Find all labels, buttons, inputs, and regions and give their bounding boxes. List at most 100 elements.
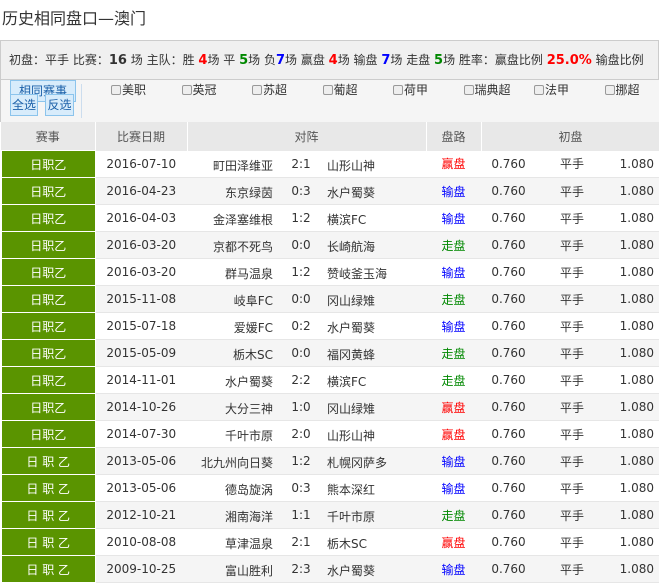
- match-cell: 湘南海洋 1:1 千叶市原: [187, 501, 426, 529]
- away-odds: 1.080: [608, 150, 659, 178]
- result-cell: 走盘: [426, 285, 481, 313]
- checkbox-icon[interactable]: [111, 85, 121, 95]
- home-odds: 0.760: [481, 258, 536, 286]
- checkbox-icon[interactable]: [534, 85, 544, 95]
- away-team[interactable]: 水户蜀葵: [327, 562, 375, 579]
- checkbox-icon[interactable]: [252, 85, 262, 95]
- home-odds: 0.760: [481, 528, 536, 556]
- away-team[interactable]: 横滨FC: [327, 211, 366, 228]
- home-team[interactable]: 岐阜FC: [234, 292, 273, 309]
- home-team[interactable]: 水户蜀葵: [225, 373, 273, 390]
- checkbox-icon[interactable]: [393, 85, 403, 95]
- score: 1:0: [291, 400, 311, 414]
- away-odds: 1.080: [608, 366, 659, 394]
- result-cell: 输盘: [426, 312, 481, 340]
- match-cell: 栃木SC 0:0 福冈黄蜂: [187, 339, 426, 367]
- table-row: 日 职 乙 2013-05-06 北九州向日葵 1:2 札幌冈萨多 输盘 0.760…: [0, 447, 659, 475]
- home-team[interactable]: 栃木SC: [233, 346, 273, 363]
- result-cell: 输盘: [426, 555, 481, 583]
- result-cell: 输盘: [426, 474, 481, 502]
- league-cell[interactable]: 日 职 乙: [0, 528, 96, 556]
- home-team[interactable]: 爱媛FC: [234, 319, 273, 336]
- league-checkbox[interactable]: 挪超: [604, 80, 640, 100]
- league-cell[interactable]: 日职乙: [0, 150, 96, 178]
- home-team[interactable]: 湘南海洋: [225, 508, 273, 525]
- checkbox-label: 瑞典超: [474, 83, 511, 97]
- invert-selection-button[interactable]: 反选: [45, 94, 74, 116]
- league-cell[interactable]: 日 职 乙: [0, 555, 96, 583]
- table-row: 日 职 乙 2010-08-08 草津温泉 2:1 栃木SC 赢盘 0.760 平手…: [0, 528, 659, 556]
- league-cell[interactable]: 日职乙: [0, 177, 96, 205]
- league-cell[interactable]: 日职乙: [0, 204, 96, 232]
- home-team[interactable]: 草津温泉: [225, 535, 273, 552]
- home-team[interactable]: 金泽塞维根: [213, 211, 273, 228]
- date-cell: 2013-05-06: [95, 474, 187, 502]
- away-team[interactable]: 赞岐釜玉海: [327, 265, 387, 282]
- table-row: 日职乙 2014-11-01 水户蜀葵 2:2 横滨FC 走盘 0.760 平手 1…: [0, 366, 659, 394]
- checkbox-label: 挪超: [615, 83, 640, 97]
- date-cell: 2016-03-20: [95, 231, 187, 259]
- league-cell[interactable]: 日职乙: [0, 420, 96, 448]
- away-team[interactable]: 福冈黄蜂: [327, 346, 375, 363]
- handicap: 平手: [536, 204, 608, 232]
- league-cell[interactable]: 日职乙: [0, 339, 96, 367]
- league-checkbox[interactable]: 美职: [111, 80, 146, 100]
- league-cell[interactable]: 日 职 乙: [0, 501, 96, 529]
- league-cell[interactable]: 日职乙: [0, 231, 96, 259]
- away-team[interactable]: 冈山绿雉: [327, 292, 375, 309]
- result-cell: 输盘: [426, 177, 481, 205]
- page-title: 历史相同盘口—澳门: [2, 9, 147, 28]
- table-row: 日 职 乙 2013-05-06 德岛旋涡 0:3 熊本深红 输盘 0.760 平手…: [0, 474, 659, 502]
- league-cell[interactable]: 日 职 乙: [0, 474, 96, 502]
- checkbox-icon[interactable]: [181, 85, 192, 95]
- home-team[interactable]: 京都不死鸟: [213, 238, 273, 255]
- home-odds: 0.760: [481, 420, 536, 448]
- away-team[interactable]: 栃木SC: [327, 535, 367, 552]
- away-team[interactable]: 横滨FC: [327, 373, 366, 390]
- away-team[interactable]: 札幌冈萨多: [327, 454, 387, 471]
- checkbox-icon[interactable]: [322, 85, 333, 95]
- league-cell[interactable]: 日职乙: [0, 393, 96, 421]
- away-team[interactable]: 水户蜀葵: [327, 184, 375, 201]
- home-team[interactable]: 千叶市原: [225, 427, 273, 444]
- away-odds: 1.080: [608, 312, 659, 340]
- header-date: 比赛日期: [95, 122, 188, 151]
- away-team[interactable]: 山形山神: [327, 157, 375, 174]
- away-team[interactable]: 冈山绿雉: [327, 400, 375, 417]
- date-cell: 2015-05-09: [95, 339, 187, 367]
- league-cell[interactable]: 日职乙: [0, 258, 96, 286]
- match-cell: 岐阜FC 0:0 冈山绿雉: [187, 285, 426, 313]
- handicap: 平手: [536, 366, 608, 394]
- home-team[interactable]: 富山胜利: [225, 562, 273, 579]
- select-all-button[interactable]: 全选: [10, 94, 38, 116]
- date-cell: 2010-08-08: [95, 528, 187, 556]
- checkbox-icon[interactable]: [463, 85, 474, 95]
- away-team[interactable]: 千叶市原: [327, 508, 375, 525]
- league-checkbox[interactable]: 法甲: [534, 80, 569, 100]
- score: 2:1: [291, 535, 311, 549]
- league-checkbox[interactable]: 苏超: [252, 80, 287, 100]
- checkbox-label: 英冠: [192, 83, 217, 97]
- home-team[interactable]: 群马温泉: [225, 265, 273, 282]
- checkbox-icon[interactable]: [604, 85, 615, 95]
- away-team[interactable]: 水户蜀葵: [327, 319, 375, 336]
- league-checkbox[interactable]: 瑞典超: [463, 80, 511, 100]
- league-cell[interactable]: 日职乙: [0, 366, 96, 394]
- home-team[interactable]: 德岛旋涡: [225, 481, 273, 498]
- league-cell[interactable]: 日职乙: [0, 285, 96, 313]
- label: 场 输盘: [337, 53, 382, 67]
- league-checkbox[interactable]: 荷甲: [393, 80, 428, 100]
- date-cell: 2015-07-18: [95, 312, 187, 340]
- away-team[interactable]: 山形山神: [327, 427, 375, 444]
- away-team[interactable]: 长崎航海: [327, 238, 375, 255]
- table-row: 日职乙 2016-03-20 群马温泉 1:2 赞岐釜玉海 输盘 0.760 平手 …: [0, 258, 659, 286]
- league-checkbox[interactable]: 葡超: [322, 80, 358, 100]
- away-team[interactable]: 熊本深红: [327, 481, 375, 498]
- home-team[interactable]: 东京绿茵: [225, 184, 273, 201]
- league-cell[interactable]: 日职乙: [0, 312, 96, 340]
- home-team[interactable]: 町田泽维亚: [213, 157, 273, 174]
- home-team[interactable]: 大分三神: [225, 400, 273, 417]
- league-cell[interactable]: 日 职 乙: [0, 447, 96, 475]
- league-checkbox[interactable]: 英冠: [181, 80, 217, 100]
- home-team[interactable]: 北九州向日葵: [201, 454, 273, 471]
